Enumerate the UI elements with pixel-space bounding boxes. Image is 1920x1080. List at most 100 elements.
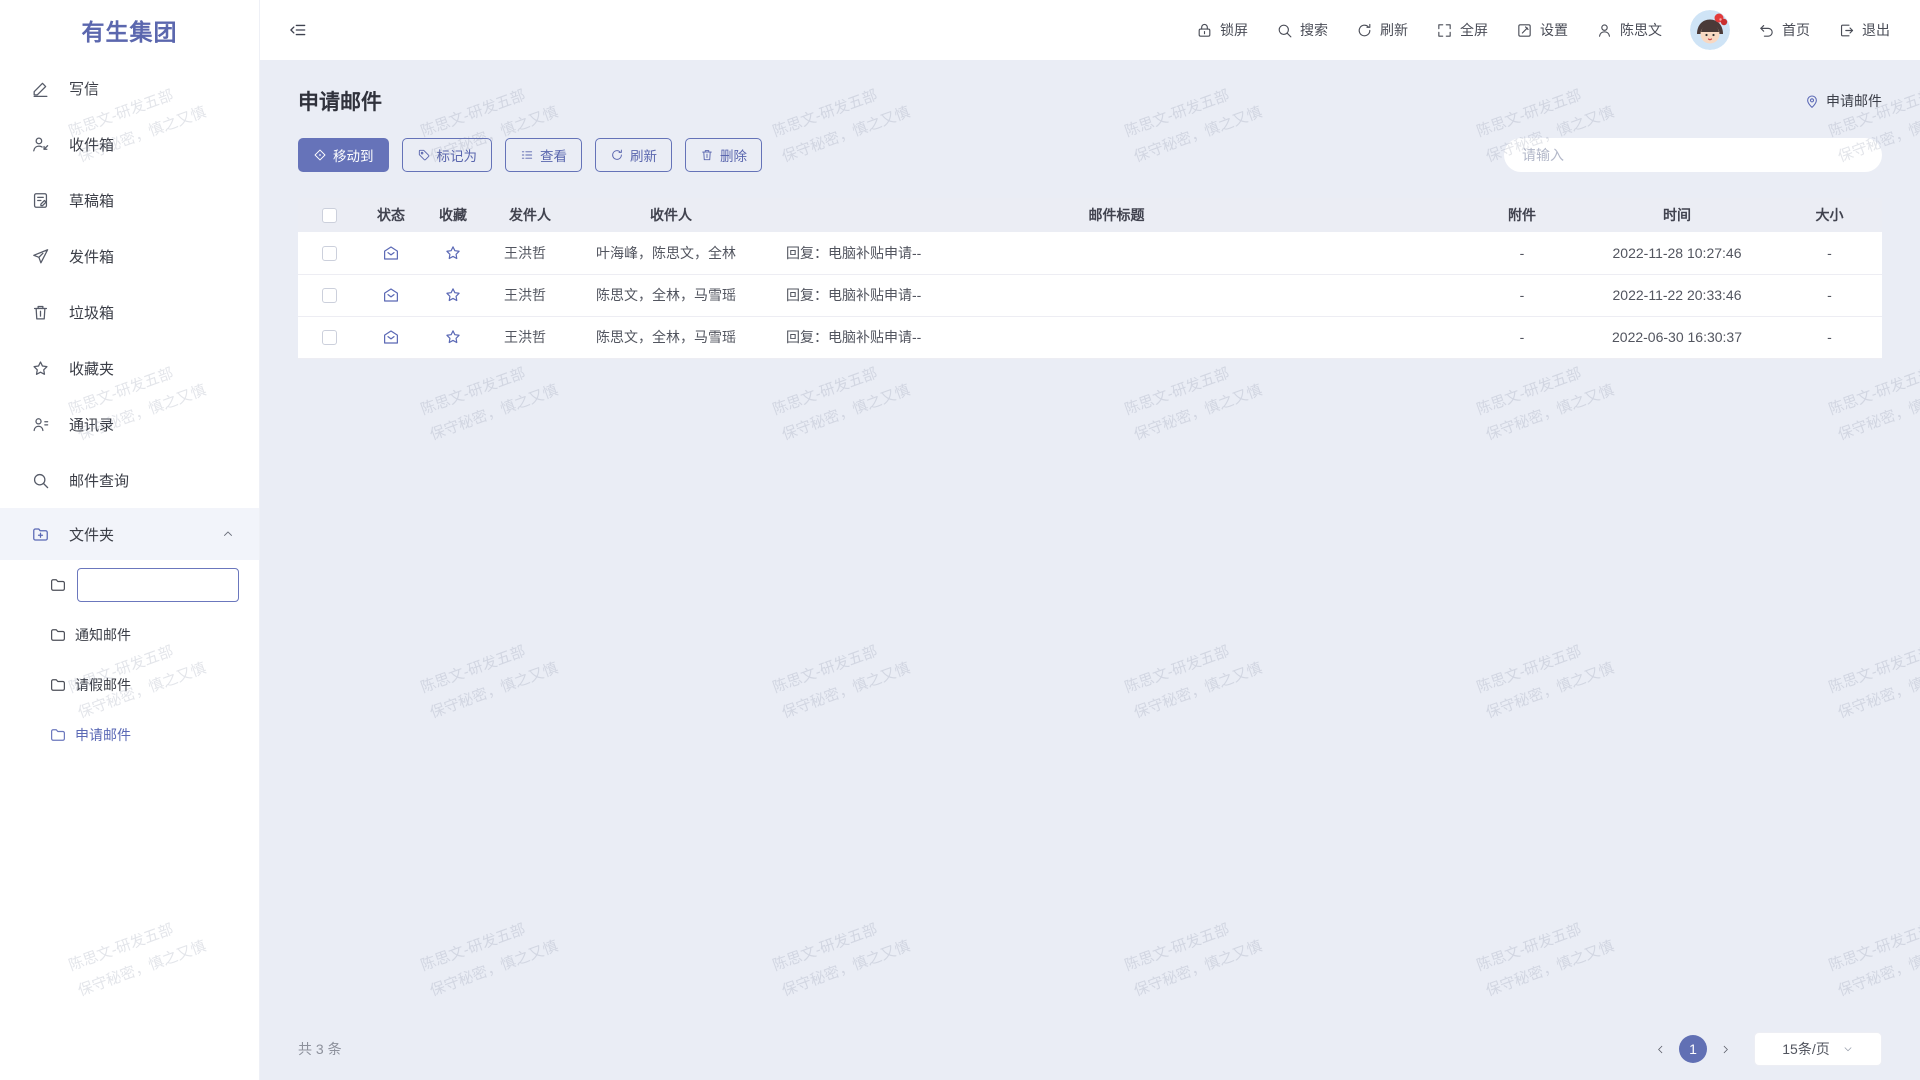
page-size-select[interactable]: 15条/页 — [1754, 1032, 1882, 1066]
sidebar-item-4[interactable]: 垃圾箱 — [0, 284, 259, 340]
app-logo: 有生集团 — [0, 0, 259, 60]
topbar-undo[interactable]: 首页 — [1758, 20, 1810, 40]
cell-time: 2022-11-28 10:27:46 — [1577, 232, 1777, 274]
search-input[interactable] — [1504, 138, 1882, 172]
refresh-icon — [610, 148, 624, 162]
toolbar-button-3[interactable]: 刷新 — [595, 138, 672, 172]
mail-open-icon — [382, 286, 400, 304]
cell-sender: 王洪哲 — [484, 274, 576, 316]
folder-icon — [49, 626, 67, 644]
sidebar: 有生集团 写信收件箱草稿箱发件箱垃圾箱收藏夹通讯录邮件查询 文件夹 通知邮件请假… — [0, 0, 260, 1080]
sidebar-collapse-icon[interactable] — [288, 20, 308, 40]
star-icon[interactable] — [444, 286, 462, 304]
lock-icon — [1196, 22, 1213, 39]
cell-size: - — [1777, 274, 1882, 316]
sidebar-item-7[interactable]: 邮件查询 — [0, 452, 259, 508]
cell-recipients: 叶海峰，陈思文，全林 — [576, 232, 766, 274]
toolbar-button-4[interactable]: 删除 — [685, 138, 762, 172]
total-count: 共 3 条 — [298, 1039, 342, 1059]
folder-children: 通知邮件请假邮件申请邮件 — [0, 560, 259, 760]
topbar-logout[interactable]: 退出 — [1838, 20, 1890, 40]
table-row[interactable]: 王洪哲叶海峰，陈思文，全林回复：电脑补贴申请---2022-11-28 10:2… — [298, 232, 1882, 274]
col-1: 收藏 — [422, 198, 484, 232]
folder-item-label: 申请邮件 — [75, 725, 131, 745]
row-checkbox[interactable] — [322, 246, 337, 261]
col-checkbox — [298, 198, 360, 232]
topbar-refresh[interactable]: 刷新 — [1356, 20, 1408, 40]
sidebar-item-0[interactable]: 写信 — [0, 60, 259, 116]
contacts-icon — [31, 415, 50, 434]
toolbar-button-label: 标记为 — [437, 145, 478, 165]
cell-favorite — [422, 232, 484, 274]
folder-item-label: 请假邮件 — [75, 675, 131, 695]
search-icon — [1276, 22, 1293, 39]
topbar-label: 锁屏 — [1220, 20, 1248, 40]
logout-icon — [1838, 22, 1855, 39]
page-prev-button[interactable] — [1654, 1043, 1667, 1056]
col-2: 发件人 — [484, 198, 576, 232]
table-row[interactable]: 王洪哲陈思文，全林，马雪瑶回复：电脑补贴申请---2022-11-22 20:3… — [298, 274, 1882, 316]
page-number-button[interactable]: 1 — [1679, 1035, 1707, 1063]
sidebar-item-label: 通讯录 — [69, 414, 114, 435]
star-icon[interactable] — [444, 244, 462, 262]
edit-square-icon — [1516, 22, 1533, 39]
cell-size: - — [1777, 232, 1882, 274]
fullscreen-icon — [1436, 22, 1453, 39]
sidebar-item-6[interactable]: 通讯录 — [0, 396, 259, 452]
folder-item-1[interactable]: 请假邮件 — [0, 660, 259, 710]
row-checkbox[interactable] — [322, 330, 337, 345]
toolbar-button-1[interactable]: 标记为 — [402, 138, 493, 172]
undo-icon — [1758, 22, 1775, 39]
topbar-user[interactable]: 陈思文 — [1596, 20, 1662, 40]
toolbar-button-label: 刷新 — [630, 145, 657, 165]
tag-icon — [417, 148, 431, 162]
folder-section: 文件夹 通知邮件请假邮件申请邮件 — [0, 508, 259, 760]
row-checkbox[interactable] — [322, 288, 337, 303]
refresh-icon — [1356, 22, 1373, 39]
chevron-down-icon — [1842, 1043, 1854, 1055]
sidebar-item-1[interactable]: 收件箱 — [0, 116, 259, 172]
cell-size: - — [1777, 316, 1882, 358]
user-icon — [1596, 22, 1613, 39]
chevron-up-icon[interactable] — [221, 527, 235, 541]
star-icon[interactable] — [444, 328, 462, 346]
new-folder-input[interactable] — [77, 568, 239, 602]
star-icon — [31, 359, 50, 378]
cell-status — [360, 274, 422, 316]
sidebar-item-label: 发件箱 — [69, 246, 114, 267]
folder-item-2[interactable]: 申请邮件 — [0, 710, 259, 760]
toolbar-button-0[interactable]: 移动到 — [298, 138, 389, 172]
topbar-edit-square[interactable]: 设置 — [1516, 20, 1568, 40]
folder-icon — [49, 726, 67, 744]
table-header-row: 状态收藏发件人收件人邮件标题附件时间大小 — [298, 198, 1882, 232]
folder-section-label: 文件夹 — [69, 524, 114, 545]
breadcrumb-label: 申请邮件 — [1826, 91, 1882, 111]
pagination: 1 15条/页 — [1654, 1032, 1882, 1066]
table-row[interactable]: 王洪哲陈思文，全林，马雪瑶回复：电脑补贴申请---2022-06-30 16:3… — [298, 316, 1882, 358]
topbar-search[interactable]: 搜索 — [1276, 20, 1328, 40]
sidebar-item-2[interactable]: 草稿箱 — [0, 172, 259, 228]
cell-attachment: - — [1467, 232, 1577, 274]
cell-attachment: - — [1467, 316, 1577, 358]
sidebar-item-folders[interactable]: 文件夹 — [0, 508, 259, 560]
select-all-checkbox[interactable] — [322, 208, 337, 223]
content: 申请邮件 申请邮件 移动到标记为查看刷新删除 状态收藏发件人收件人邮 — [260, 60, 1920, 1080]
topbar-label: 刷新 — [1380, 20, 1408, 40]
sidebar-item-5[interactable]: 收藏夹 — [0, 340, 259, 396]
sidebar-item-3[interactable]: 发件箱 — [0, 228, 259, 284]
folder-item-0[interactable]: 通知邮件 — [0, 610, 259, 660]
toolbar-buttons: 移动到 标记为 查看 刷新 删除 — [298, 138, 775, 172]
folder-item-label: 通知邮件 — [75, 625, 131, 645]
page-next-button[interactable] — [1719, 1043, 1732, 1056]
trash-icon — [31, 303, 50, 322]
sidebar-item-label: 草稿箱 — [69, 190, 114, 211]
toolbar-button-2[interactable]: 查看 — [505, 138, 582, 172]
topbar-lock[interactable]: 锁屏 — [1196, 20, 1248, 40]
new-folder-row — [0, 560, 259, 610]
topbar-fullscreen[interactable]: 全屏 — [1436, 20, 1488, 40]
breadcrumb: 申请邮件 — [1804, 91, 1882, 111]
trash-icon — [700, 148, 714, 162]
user-avatar[interactable] — [1690, 10, 1730, 50]
folder-icon — [49, 676, 67, 694]
cell-subject: 回复：电脑补贴申请-- — [766, 316, 1467, 358]
